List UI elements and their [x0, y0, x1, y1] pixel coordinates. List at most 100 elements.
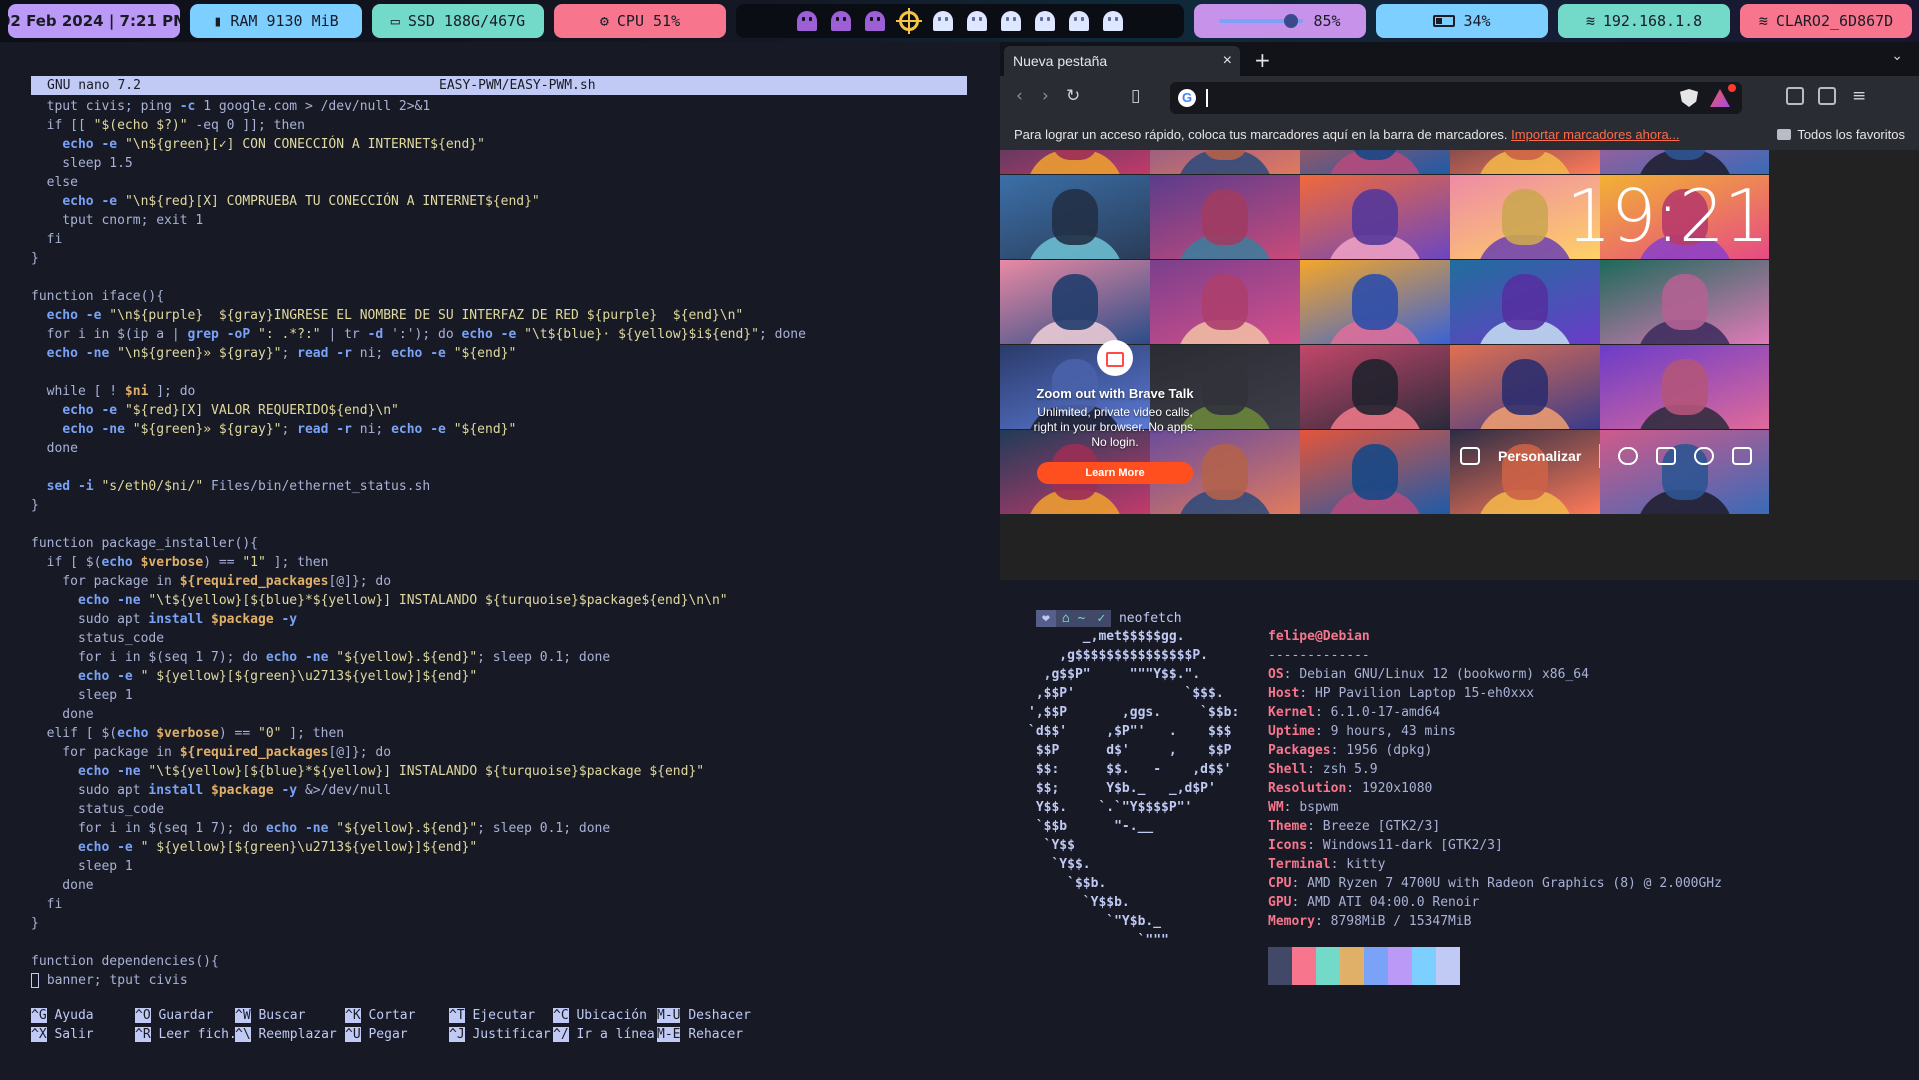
ghost-white-icon[interactable]	[1035, 11, 1055, 31]
code-line: sleep 1	[31, 859, 133, 874]
browser-window[interactable]: Nueva pestaña × + ⌄ ‹ › ↻ ▯ G ≡ Para log…	[1000, 42, 1919, 580]
crosshair-icon[interactable]	[896, 8, 922, 34]
info-value: AMD Ryzen 7 4700U with Radeon Graphics (…	[1307, 876, 1722, 891]
wallpaper-tile	[1450, 260, 1600, 344]
ssd-widget[interactable]: ▭ SSD 188G/467G	[372, 4, 544, 38]
shortcut-deshacer: M-U Deshacer	[657, 1006, 751, 1025]
forward-arrow-icon[interactable]: ›	[1042, 86, 1049, 106]
sidebar-icon[interactable]	[1786, 87, 1804, 105]
address-bar[interactable]: G	[1170, 82, 1742, 114]
chevron-down-icon[interactable]: ⌄	[1891, 48, 1903, 64]
learn-more-button[interactable]: Learn More	[1037, 462, 1193, 484]
shortcut-label: Ayuda	[54, 1008, 94, 1023]
divider	[1599, 444, 1601, 468]
wallpaper-tile	[1000, 260, 1150, 344]
ghost-purple-icon[interactable]	[831, 11, 851, 31]
nano-terminal-window[interactable]: GNU nano 7.2 EASY-PWM/EASY-PWM.sh tput c…	[0, 42, 1000, 1080]
info-key: Memory	[1268, 914, 1315, 929]
close-tab-icon[interactable]: ×	[1223, 46, 1232, 76]
ntp-clock: 19:21	[1566, 174, 1769, 258]
brave-talk-icon[interactable]	[1732, 447, 1753, 465]
ascii-line: `"Y$b._	[1028, 914, 1162, 929]
shortcut-rehacer: M-E Rehacer	[657, 1025, 743, 1044]
prompt-segment: ✓	[1091, 610, 1112, 627]
info-row: Resolution: 1920x1080	[1268, 781, 1433, 796]
color-swatch	[1388, 947, 1412, 985]
color-swatch	[1340, 947, 1364, 985]
shortcut-key: ^O	[135, 1008, 151, 1023]
settings-gear-icon[interactable]	[1618, 447, 1639, 465]
workspace-switcher	[736, 4, 1184, 38]
ghost-white-icon[interactable]	[933, 11, 953, 31]
neofetch-terminal-window[interactable]: ❤ ⌂ ~ ✓ neofetch _,met$$$$$gg. ,g$$$$$$$$$…	[1000, 580, 1919, 1080]
brave-talk-card[interactable]: Zoom out with Brave Talk Unlimited, priv…	[1030, 340, 1200, 484]
code-line: if [[ "$(echo $?)" -eq 0 ]]; then	[31, 118, 305, 133]
volume-widget[interactable]: 85%	[1194, 4, 1366, 38]
wallpaper-tile	[1450, 345, 1600, 429]
ghost-white-icon[interactable]	[967, 11, 987, 31]
color-swatch	[1364, 947, 1388, 985]
shortcut-key: ^\	[235, 1027, 251, 1042]
menu-icon[interactable]: ≡	[1852, 86, 1866, 106]
brave-rewards-icon[interactable]	[1710, 89, 1730, 107]
ghost-purple-icon[interactable]	[797, 11, 817, 31]
shortcut-label: Reemplazar	[258, 1027, 337, 1042]
ghost-white-icon[interactable]	[1103, 11, 1123, 31]
prompt-command: neofetch	[1118, 611, 1182, 626]
history-icon[interactable]	[1694, 447, 1715, 465]
brave-talk-description: Unlimited, private video calls, right in…	[1033, 405, 1197, 449]
info-value: HP Pavilion Laptop 15-eh0xxx	[1314, 686, 1535, 701]
shortcut-label: Leer fich.	[158, 1027, 237, 1042]
wallet-icon[interactable]	[1818, 87, 1836, 105]
battery-label: 34%	[1463, 12, 1491, 30]
google-logo-icon: G	[1178, 89, 1196, 107]
new-tab-button[interactable]: +	[1254, 46, 1271, 74]
tab-new-tab[interactable]: Nueva pestaña ×	[1004, 46, 1240, 76]
ascii-line: `d$$' ,$P"' . $$$	[1028, 724, 1232, 739]
code-line: echo -e "\n${green}[✓] CON CONECCIÓN A I…	[62, 137, 485, 152]
battery-widget[interactable]: 34%	[1376, 4, 1548, 38]
code-line: }	[31, 916, 39, 931]
ghost-white-icon[interactable]	[1001, 11, 1021, 31]
code-line: }	[31, 498, 39, 513]
ghost-purple-icon[interactable]	[865, 11, 885, 31]
wifi-icon: ≋	[1585, 12, 1595, 30]
bookmark-icon[interactable]: ▯	[1131, 86, 1140, 106]
code-line: echo -ne "\t${yellow}[${blue}*${yellow}]…	[77, 593, 728, 608]
separator-line: -------------	[1268, 648, 1370, 663]
ghost-white-icon[interactable]	[1069, 11, 1089, 31]
cpu-widget[interactable]: ⚙ CPU 51%	[554, 4, 726, 38]
info-row: Kernel: 6.1.0-17-amd64	[1268, 705, 1441, 720]
shortcut-ejecutar: ^T Ejecutar	[449, 1006, 535, 1025]
import-bookmarks-link[interactable]: Importar marcadores ahora...	[1511, 127, 1679, 142]
bookmarks-icon[interactable]	[1656, 447, 1677, 465]
date-time-widget[interactable]: 02 Feb 2024 | 7:21 PM	[8, 4, 180, 38]
code-line: while [ ! $ni ]; do	[31, 384, 196, 399]
info-value: bspwm	[1299, 800, 1339, 815]
code-line: if [ $(echo $verbose) == "1" ]; then	[31, 555, 329, 570]
ram-widget[interactable]: ▮ RAM 9130 MiB	[190, 4, 362, 38]
all-bookmarks-button[interactable]: Todos los favoritos	[1777, 120, 1905, 150]
brave-shield-icon[interactable]	[1680, 89, 1698, 107]
reload-icon[interactable]: ↻	[1066, 86, 1080, 106]
shortcut-key: ^X	[31, 1027, 47, 1042]
wallpaper-tile	[1300, 430, 1450, 514]
ascii-line: Y$$. `.`"Y$$$$P"'	[1028, 800, 1193, 815]
wallpaper-tile	[1300, 175, 1450, 259]
volume-slider[interactable]	[1219, 14, 1304, 28]
volume-slider-knob[interactable]	[1283, 14, 1298, 28]
code-line: sleep 1.5	[31, 156, 133, 171]
info-row: CPU: AMD Ryzen 7 4700U with Radeon Graph…	[1268, 876, 1722, 891]
network-ip-widget[interactable]: ≋ 192.168.1.8	[1558, 4, 1730, 38]
code-editor-area[interactable]: tput civis; ping -c 1 google.com > /dev/…	[31, 97, 981, 990]
shortcut-key: ^C	[553, 1008, 569, 1023]
back-arrow-icon[interactable]: ‹	[1016, 86, 1023, 106]
debian-ascii-logo: _,met$$$$$gg. ,g$$$$$$$$$$$$$$$P. ,g$$P"…	[1028, 627, 1239, 950]
customize-button[interactable]: Personalizar	[1498, 448, 1581, 464]
code-line: status_code	[31, 802, 165, 817]
tab-title: Nueva pestaña	[1013, 53, 1108, 69]
wifi-network-widget[interactable]: ≋ CLARO2_6D867D	[1740, 4, 1912, 38]
